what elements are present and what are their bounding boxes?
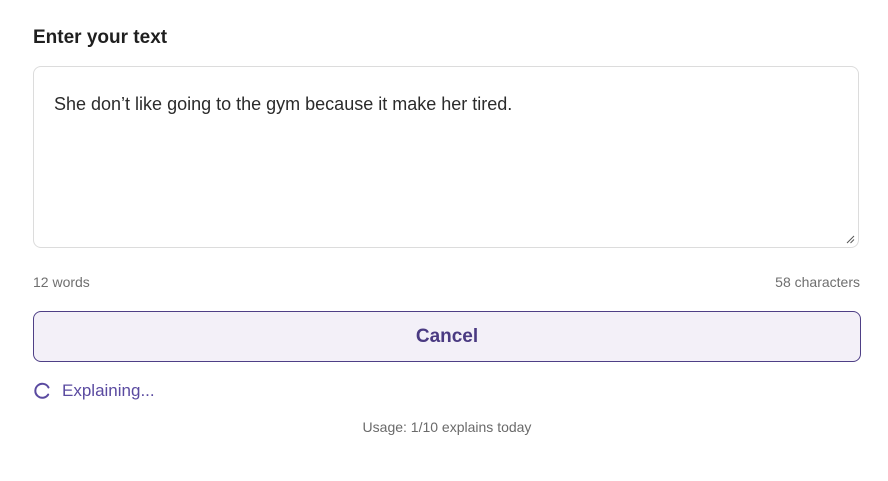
status-text: Explaining... <box>62 381 155 400</box>
character-count: 58 characters <box>775 274 860 290</box>
text-input-value[interactable]: She don’t like going to the gym because … <box>54 92 512 116</box>
spinner-icon <box>34 382 50 399</box>
input-heading: Enter your text <box>33 27 168 48</box>
word-count: 12 words <box>33 274 90 290</box>
text-input[interactable]: She don’t like going to the gym because … <box>33 66 859 248</box>
resize-handle-icon[interactable] <box>846 235 855 244</box>
usage-text: Usage: 1/10 explains today <box>362 419 532 435</box>
status-indicator: Explaining... <box>33 380 155 402</box>
cancel-button[interactable]: Cancel <box>33 311 861 362</box>
explain-panel: Enter your text She don’t like going to … <box>0 0 888 481</box>
